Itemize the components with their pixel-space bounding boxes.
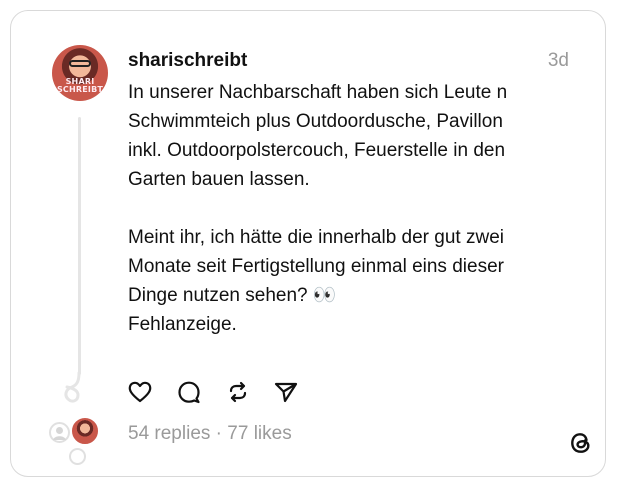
send-icon — [274, 382, 298, 403]
reply-avatar — [70, 416, 100, 446]
comment-icon — [178, 381, 200, 404]
heart-icon — [128, 381, 152, 403]
post-time: 3d — [547, 50, 569, 71]
reply-button[interactable] — [176, 379, 202, 405]
post-card: SHARI SCHREIBT sharischreibt 3d In unser… — [10, 10, 606, 477]
post-line: Schwimmteich plus Outdoordusche, Pavillo… — [128, 111, 503, 132]
avatar-tag: SHARI SCHREIBT — [56, 77, 104, 94]
replies-count[interactable]: 54 replies — [128, 423, 210, 444]
post-line: inkl. Outdoorpolstercouch, Feuerstelle i… — [128, 140, 506, 161]
post-line: Garten bauen lassen. — [128, 169, 310, 190]
post-line: Monate seit Fertigstellung einmal eins d… — [128, 256, 504, 277]
post-line: Meint ihr, ich hätte die innerhalb der g… — [128, 227, 504, 248]
person-icon — [53, 427, 66, 440]
repost-button[interactable] — [225, 379, 251, 405]
post-line: Fehlanzeige. — [128, 314, 237, 335]
reply-avatar-placeholder-small — [69, 448, 86, 465]
thread-line — [78, 117, 81, 375]
thread-loop-icon — [64, 371, 81, 403]
post-line: Dinge nutzen sehen? 👀 — [128, 285, 337, 306]
post-stats: 54 replies · 77 likes — [128, 423, 292, 445]
avatar[interactable]: SHARI SCHREIBT — [52, 45, 108, 101]
likes-count[interactable]: 77 likes — [227, 423, 291, 444]
share-button[interactable] — [273, 379, 299, 405]
post-line: In unserer Nachbarschaft haben sich Leut… — [128, 82, 508, 103]
repost-icon — [229, 381, 247, 403]
threads-logo-icon[interactable] — [567, 429, 595, 457]
reply-avatar-placeholder — [49, 422, 70, 443]
post-line-blank — [128, 194, 588, 223]
avatar-glasses — [69, 60, 91, 67]
post-body: In unserer Nachbarschaft haben sich Leut… — [128, 78, 588, 339]
username[interactable]: sharischreibt — [128, 50, 247, 72]
like-button[interactable] — [127, 379, 153, 405]
stats-separator: · — [215, 423, 222, 444]
